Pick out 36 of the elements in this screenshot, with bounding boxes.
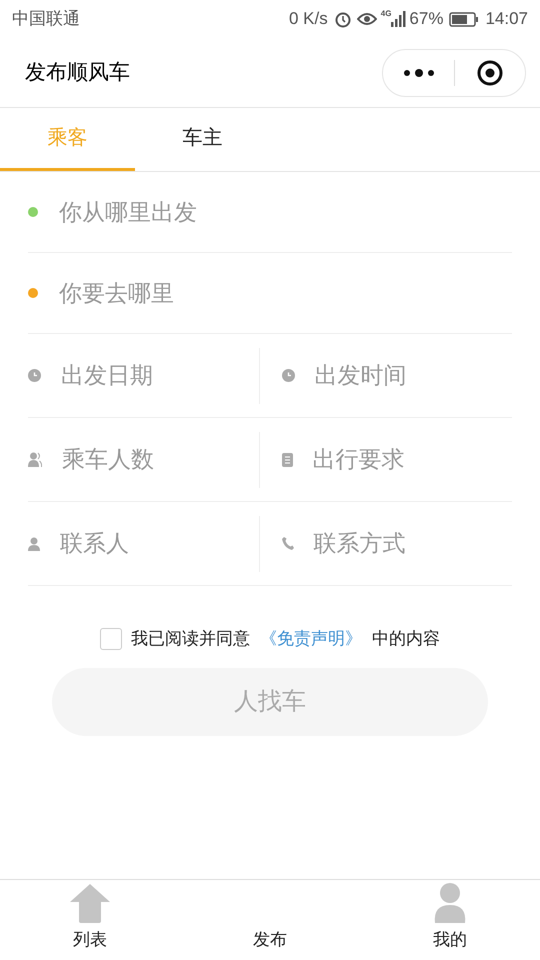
house-icon xyxy=(69,882,111,922)
battery-level: 67% xyxy=(409,8,444,30)
location-field[interactable]: 你从哪里出发 xyxy=(59,194,197,230)
form-field[interactable]: 乘车人数 xyxy=(62,442,154,477)
eye-icon xyxy=(356,12,377,26)
form-field[interactable]: 出发时间 xyxy=(314,358,406,393)
network-type: 4G xyxy=(380,10,392,18)
people-icon xyxy=(28,452,42,467)
person-icon xyxy=(433,882,467,922)
phone-icon xyxy=(282,537,294,550)
page-title: 发布顺风车 xyxy=(25,60,130,86)
clock-icon xyxy=(282,369,294,382)
form-field[interactable]: 出发日期 xyxy=(61,358,153,393)
agreement-text: 我已阅读并同意 xyxy=(131,628,250,650)
signal-icon xyxy=(391,11,408,27)
agreement-checkbox[interactable] xyxy=(100,628,122,650)
alarm-icon xyxy=(334,10,352,28)
form-field[interactable]: 联系方式 xyxy=(314,526,406,561)
battery-icon xyxy=(449,12,480,26)
clock-time: 14:07 xyxy=(485,8,528,30)
carrier-name: 中国联通 xyxy=(12,8,80,30)
tab-bar-item[interactable]: 我的 xyxy=(360,880,540,960)
person-icon xyxy=(28,536,40,550)
form-field[interactable]: 联系人 xyxy=(60,526,129,561)
role-tab[interactable]: 车主 xyxy=(135,108,270,171)
form-field[interactable]: 出行要求 xyxy=(312,442,404,477)
network-speed: 0 K/s xyxy=(289,8,328,30)
disclaimer-link[interactable]: 《免责声明》 xyxy=(260,626,362,652)
tab-bar-item[interactable]: 列表 xyxy=(0,880,180,960)
agreement-suffix: 中的内容 xyxy=(372,628,440,650)
note-icon xyxy=(282,452,292,466)
submit-button[interactable]: 人找车 xyxy=(52,668,488,736)
role-tab[interactable]: 乘客 xyxy=(0,108,135,171)
location-field[interactable]: 你要去哪里 xyxy=(59,276,174,310)
clock-icon xyxy=(28,369,41,382)
tab-bar-item[interactable]: 发布 xyxy=(180,880,360,960)
